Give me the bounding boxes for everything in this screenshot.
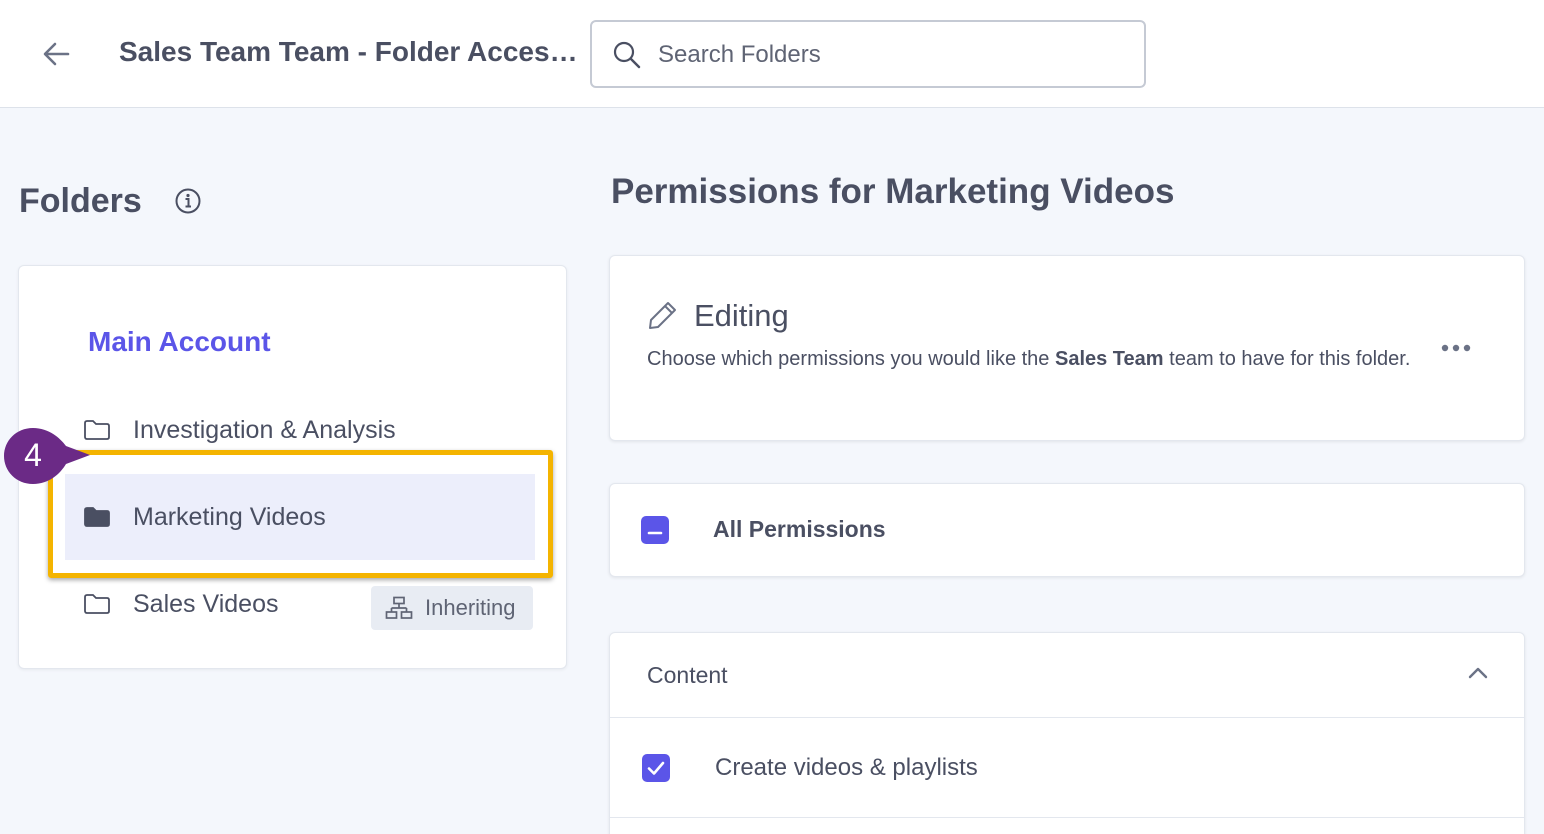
desc-team-name: Sales Team <box>1054 348 1164 370</box>
desc-suffix: team to have for this folder. <box>1163 348 1411 370</box>
back-arrow-icon[interactable] <box>38 36 74 72</box>
folder-label: Marketing Videos <box>133 502 326 531</box>
all-permissions-checkbox[interactable] <box>641 516 669 544</box>
inheriting-badge: Inheriting <box>371 586 533 630</box>
chevron-up-icon[interactable] <box>1466 663 1490 683</box>
editing-description: Choose which permissions you would like … <box>647 344 1427 374</box>
folder-label: Investigation & Analysis <box>133 415 396 444</box>
create-videos-label: Create videos & playlists <box>715 754 978 781</box>
divider <box>610 817 1524 818</box>
pencil-icon <box>646 298 680 332</box>
step-number: 4 <box>24 437 42 473</box>
inheriting-label: Inheriting <box>425 595 516 620</box>
create-videos-checkbox[interactable] <box>642 754 670 782</box>
editing-card: Editing Choose which permissions you wou… <box>609 255 1525 441</box>
folder-outline-icon <box>83 593 111 615</box>
page-title: Sales Team Team - Folder Access... <box>119 36 579 67</box>
divider <box>610 717 1524 718</box>
folder-tree-card: Main Account Investigation & Analysis Ma… <box>18 265 567 669</box>
folder-row-investigation[interactable]: Investigation & Analysis <box>65 387 535 473</box>
content-section-card: Content Create videos & playlists <box>609 632 1525 834</box>
more-options-icon[interactable] <box>1436 336 1476 360</box>
search-icon <box>612 40 642 70</box>
all-permissions-label: All Permissions <box>713 516 886 542</box>
hierarchy-icon <box>385 596 413 620</box>
main-account-link[interactable]: Main Account <box>88 326 271 358</box>
top-bar: Sales Team Team - Folder Access... <box>0 0 1544 108</box>
content-section-label: Content <box>647 662 728 688</box>
folder-label: Sales Videos <box>133 589 279 618</box>
folder-filled-icon <box>83 506 111 528</box>
permissions-title: Permissions for Marketing Videos <box>611 172 1175 211</box>
search-input[interactable] <box>658 38 1118 72</box>
info-icon[interactable] <box>174 187 202 215</box>
desc-prefix: Choose which permissions you would like … <box>647 348 1055 370</box>
all-permissions-card: All Permissions <box>609 483 1525 577</box>
search-box[interactable] <box>590 20 1146 88</box>
editing-title: Editing <box>694 298 789 333</box>
folder-row-marketing-videos[interactable]: Marketing Videos <box>65 474 535 560</box>
folders-heading: Folders <box>19 182 142 220</box>
